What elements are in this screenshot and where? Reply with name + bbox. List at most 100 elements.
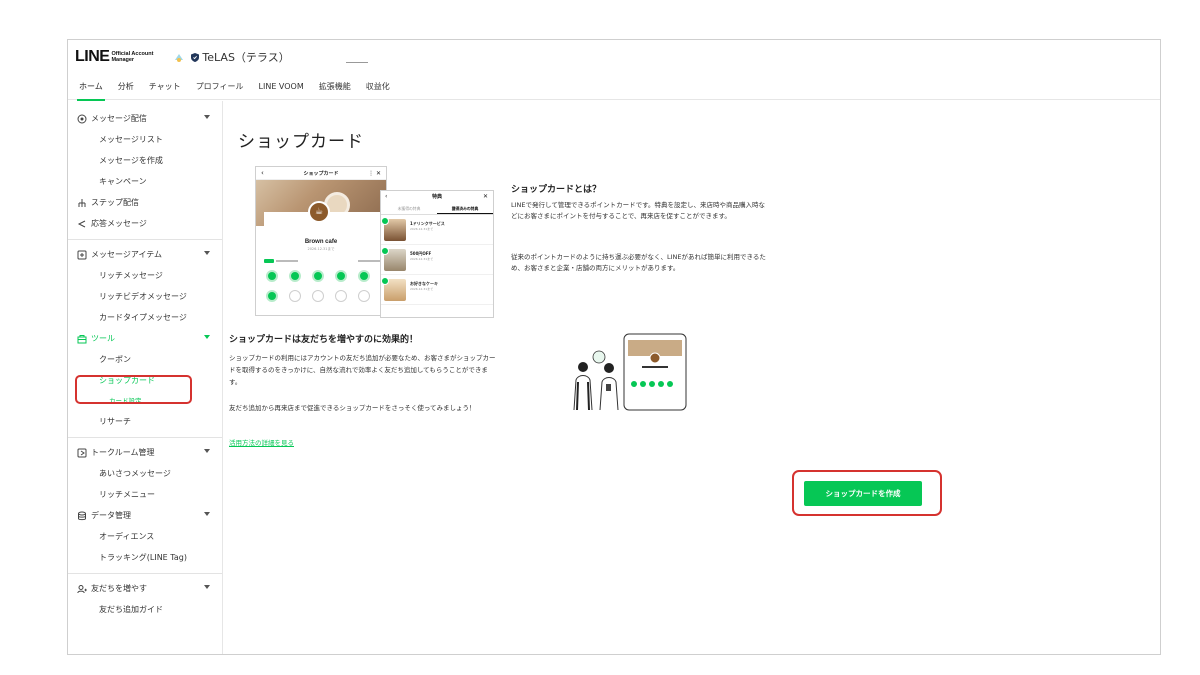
sidebar-section-message-items[interactable]: メッセージアイテム <box>68 244 222 265</box>
sidebar-section-friends[interactable]: 友だちを増やす <box>68 578 222 599</box>
create-button-highlight <box>792 470 942 516</box>
chevron-down-icon <box>204 449 210 453</box>
sidebar-item-rich-menu[interactable]: リッチメニュー <box>68 484 222 505</box>
stamp-filled <box>358 270 370 282</box>
tab-line-voom[interactable]: LINE VOOM <box>259 74 304 100</box>
sidebar-section-messages[interactable]: メッセージ配信 <box>68 108 222 129</box>
sidebar-item-rich-message[interactable]: リッチメッセージ <box>68 265 222 286</box>
divider <box>68 573 222 574</box>
logo-subtitle: Official Account Manager <box>111 51 153 63</box>
sidebar: メッセージ配信 メッセージリスト メッセージを作成 キャンペーン ステップ配信 … <box>68 101 223 654</box>
account-name: TeLAS（テラス） <box>202 51 290 64</box>
sidebar-item-message-list[interactable]: メッセージリスト <box>68 129 222 150</box>
stamp-filled <box>266 290 278 302</box>
sidebar-item-campaign[interactable]: キャンペーン <box>68 171 222 192</box>
stamp-filled <box>335 270 347 282</box>
rewards-header: ‹ 特典 ✕ <box>381 191 493 203</box>
chevron-down-icon <box>204 251 210 255</box>
preview-header-title: ショップカード <box>303 170 339 177</box>
sidebar-section-tools[interactable]: ツール <box>68 328 222 349</box>
about-text-2: 従来のポイントカードのように持ち運ぶ必要がなく、LINEがあれば簡単に利用できる… <box>511 253 766 272</box>
account-selector[interactable]: TeLAS（テラス） <box>173 49 290 65</box>
sidebar-item-rich-video-message[interactable]: リッチビデオメッセージ <box>68 286 222 307</box>
divider <box>68 437 222 438</box>
close-icon: ✕ <box>482 193 488 200</box>
shop-name: Brown cafe <box>304 239 338 245</box>
shop-card-highlight <box>75 375 192 404</box>
sidebar-item-research[interactable]: リサーチ <box>68 411 222 432</box>
verified-shield-icon <box>191 52 200 62</box>
shop-card-preview: ‹ ショップカード ⋮ ✕ ☕ Brown cafe 2026.12.31まで <box>255 166 387 316</box>
check-icon <box>381 247 389 255</box>
add-friend-icon <box>77 584 87 593</box>
stamp-filled <box>312 270 324 282</box>
toolbox-icon <box>77 334 87 343</box>
stamp-empty <box>289 290 301 302</box>
reward-sub: 2026.12.31まで <box>410 287 434 291</box>
sidebar-section-talkroom[interactable]: トークルーム管理 <box>68 442 222 463</box>
check-icon <box>381 217 389 225</box>
close-icon: ⋮ ✕ <box>368 169 381 177</box>
sidebar-section-label: メッセージ配信 <box>91 114 147 123</box>
top-header: LINE Official Account Manager TeLAS（テラス） <box>68 40 1160 74</box>
rewards-header-title: 特典 <box>431 194 442 200</box>
stamp-filled <box>289 270 301 282</box>
chevron-down-icon <box>204 512 210 516</box>
chevron-down-icon <box>204 115 210 119</box>
talkroom-icon <box>77 448 87 457</box>
tab-profile[interactable]: プロフィール <box>196 74 244 100</box>
tab-analytics[interactable]: 分析 <box>118 74 134 100</box>
logo-sub-2: Manager <box>111 57 135 63</box>
cafe-logo-icon: ☕ <box>308 201 330 223</box>
reward-item: 500円OFF 2026.12.31まで <box>381 245 493 275</box>
sidebar-auto-reply-label: 応答メッセージ <box>91 219 147 228</box>
account-avatar-icon <box>175 54 184 62</box>
about-heading: ショップカードとは？ <box>511 185 602 195</box>
stamp-empty <box>335 290 347 302</box>
app-window: LINE Official Account Manager TeLAS（テラス）… <box>67 39 1161 655</box>
sidebar-item-step[interactable]: ステップ配信 <box>68 192 222 213</box>
main-tabs: ホーム 分析 チャット プロフィール LINE VOOM 拡張機能 収益化 <box>68 74 1160 101</box>
sidebar-section-data[interactable]: データ管理 <box>68 505 222 526</box>
sidebar-item-coupon[interactable]: クーポン <box>68 349 222 370</box>
placeholder-line <box>276 260 298 262</box>
friends-text-2: 友だち追加から再来店まで促進できるショップカードをさっそく使ってみましょう！ <box>229 404 476 412</box>
tab-chat[interactable]: チャット <box>149 74 181 100</box>
friends-text-1: ショップカードの利用にはアカウントの友だち追加が必要なため、お客さまがショップカ… <box>229 354 496 386</box>
sidebar-section-label: 友だちを増やす <box>91 584 147 593</box>
stamp-filled <box>266 270 278 282</box>
logo-text: LINE <box>75 48 110 65</box>
message-item-icon <box>77 250 87 259</box>
step-flow-icon <box>78 198 86 207</box>
status-badge <box>264 259 274 263</box>
sidebar-item-create-message[interactable]: メッセージを作成 <box>68 150 222 171</box>
tab-unclaimed: 未獲得の特典 <box>397 206 421 211</box>
sidebar-item-audience[interactable]: オーディエンス <box>68 526 222 547</box>
tab-extensions[interactable]: 拡張機能 <box>319 74 351 100</box>
sidebar-item-friend-guide[interactable]: 友だち追加ガイド <box>68 599 222 620</box>
sidebar-item-greeting[interactable]: あいさつメッセージ <box>68 463 222 484</box>
line-oa-logo[interactable]: LINE Official Account Manager <box>75 48 153 66</box>
divider <box>68 239 222 240</box>
sidebar-item-auto-reply[interactable]: 応答メッセージ <box>68 213 222 234</box>
sidebar-step-label: ステップ配信 <box>91 198 139 207</box>
reward-sub: 2026.12.31まで <box>410 257 434 261</box>
tab-home[interactable]: ホーム <box>77 74 105 101</box>
sidebar-section-label: トークルーム管理 <box>91 448 155 457</box>
friends-heading: ショップカードは友だちを増やすのに効果的！ <box>229 335 419 345</box>
tab-monetization[interactable]: 収益化 <box>366 74 390 100</box>
reward-item: お好きなケーキ 2026.12.31まで <box>381 275 493 305</box>
search-field[interactable] <box>345 51 368 63</box>
chevron-down-icon <box>204 585 210 589</box>
chevron-down-icon <box>204 335 210 339</box>
shop-card-illustration <box>573 333 687 411</box>
usage-details-link[interactable]: 活用方法の詳細を見る <box>229 437 294 447</box>
back-icon: ‹ <box>261 169 264 177</box>
reply-icon <box>77 220 86 227</box>
sidebar-item-card-message[interactable]: カードタイプメッセージ <box>68 307 222 328</box>
stamp-empty <box>312 290 324 302</box>
page-title: ショップカード <box>238 132 364 152</box>
check-icon <box>381 277 389 285</box>
sidebar-item-tracking[interactable]: トラッキング(LINE Tag) <box>68 547 222 568</box>
broadcast-icon <box>77 114 87 123</box>
